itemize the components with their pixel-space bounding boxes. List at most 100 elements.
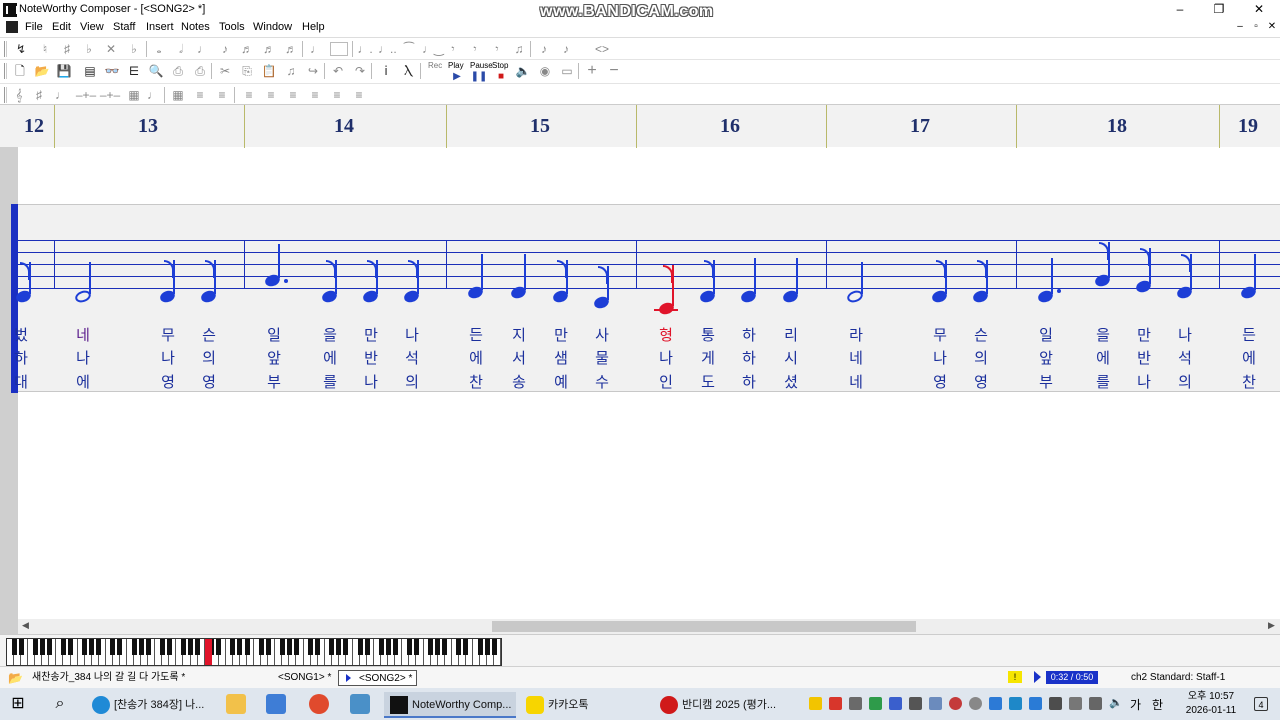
tie-icon[interactable]: ⁀ [400, 40, 418, 58]
print-icon[interactable]: ⎙ [191, 62, 209, 80]
redo-note-icon[interactable]: ↪ [304, 62, 322, 80]
eighth-note-icon[interactable]: ♪ [216, 40, 234, 58]
mdi-close-button[interactable]: ✕ [1264, 21, 1280, 34]
taskbar-noteworthy[interactable]: NoteWorthy Comp... [384, 692, 516, 718]
cut-icon[interactable]: ✂ [216, 62, 234, 80]
tray-app-icon[interactable] [1009, 697, 1022, 710]
tray-app-icon[interactable] [929, 697, 942, 710]
piano-black-key[interactable] [413, 639, 419, 655]
piano-black-key[interactable] [435, 639, 441, 655]
grace-note-icon[interactable]: ↯ [12, 40, 30, 58]
zoom-out-icon[interactable]: − [605, 62, 623, 80]
piano-black-key[interactable] [39, 639, 45, 655]
tray-v3-icon[interactable] [829, 697, 842, 710]
dynamic-icon[interactable]: ♩ [144, 86, 162, 104]
piano-black-key[interactable] [145, 639, 151, 655]
toolbar-grip[interactable] [4, 87, 7, 103]
piano-black-key[interactable] [329, 639, 335, 655]
tray-shield-icon[interactable] [849, 697, 862, 710]
piano-black-key[interactable] [491, 639, 497, 655]
flat-icon[interactable]: ♭ [80, 40, 98, 58]
piano-black-key[interactable] [131, 639, 137, 655]
justify-3-icon[interactable]: ≡ [284, 86, 302, 104]
accent-icon[interactable]: 𝄾 [466, 40, 484, 58]
scroll-right-arrow-icon[interactable]: ▶ [1268, 620, 1275, 631]
triplet-icon[interactable]: ♫ [510, 40, 528, 58]
piano-black-key[interactable] [32, 639, 38, 655]
thirtysecond-note-icon[interactable]: ♬ [260, 40, 278, 58]
justify-2-icon[interactable]: ≡ [262, 86, 280, 104]
tenuto-icon[interactable]: 𝄾 [488, 40, 506, 58]
piano-black-key[interactable] [428, 639, 434, 655]
piano-black-key[interactable] [463, 639, 469, 655]
keyboard-icon[interactable]: ▭ [558, 62, 576, 80]
save-icon[interactable]: 💾 [55, 62, 73, 80]
clef-icon[interactable]: 𝄞 [10, 86, 28, 104]
piano-black-key[interactable] [442, 639, 448, 655]
tab-song-384[interactable]: 새찬송가_384 나의 갈 길 다 가도록 * [28, 670, 189, 686]
instrument-icon[interactable]: ◉ [536, 62, 554, 80]
piano-black-key[interactable] [96, 639, 102, 655]
dotted-note-icon[interactable]: ♩. [356, 40, 374, 58]
piano-black-key[interactable] [406, 639, 412, 655]
menu-window[interactable]: Window [253, 21, 292, 33]
piano-black-key[interactable] [392, 639, 398, 655]
scroll-left-arrow-icon[interactable]: ◀ [22, 620, 29, 631]
paste-special-icon[interactable]: ♫ [282, 62, 300, 80]
menu-staff[interactable]: Staff [113, 21, 135, 33]
piano-black-key[interactable] [385, 639, 391, 655]
toolbar-grip[interactable] [4, 41, 7, 57]
piano-black-key[interactable] [477, 639, 483, 655]
piano-black-key[interactable] [308, 639, 314, 655]
close-button[interactable]: ✕ [1239, 0, 1279, 20]
crescendo-decrescendo-icon[interactable]: <> [582, 40, 622, 58]
taskbar-clock[interactable]: 오후 10:57 2026-01-11 [1178, 690, 1244, 718]
piano-black-key[interactable] [357, 639, 363, 655]
whole-note-icon[interactable]: 𝅝 [150, 40, 168, 58]
sixtyfourth-note-icon[interactable]: ♬ [282, 40, 300, 58]
horizontal-scrollbar[interactable]: ◀ ▶ [18, 619, 1280, 634]
tab-song1[interactable]: <SONG1> * [274, 670, 335, 686]
piano-black-key[interactable] [89, 639, 95, 655]
natural-icon[interactable]: ♮ [36, 40, 54, 58]
piano-black-key[interactable] [82, 639, 88, 655]
tray-app-icon[interactable] [1049, 697, 1062, 710]
justify-5-icon[interactable]: ≡ [328, 86, 346, 104]
tray-app-icon[interactable] [949, 697, 962, 710]
menu-file[interactable]: File [25, 21, 43, 33]
piano-black-key[interactable] [18, 639, 24, 655]
undo-icon[interactable]: ↶ [329, 62, 347, 80]
tray-app-icon[interactable] [909, 697, 922, 710]
measure-ruler[interactable]: 12 13 14 15 16 17 18 19 [0, 104, 1280, 148]
half-note-icon[interactable]: 𝅗𝅥 [172, 40, 190, 58]
piano-black-key[interactable] [456, 639, 462, 655]
mdi-restore-button[interactable]: ▫ [1248, 21, 1264, 34]
key-signature-icon[interactable]: ♯ [30, 86, 48, 104]
redo-icon[interactable]: ↷ [351, 62, 369, 80]
piano-keyboard[interactable] [6, 638, 502, 666]
menu-tools[interactable]: Tools [219, 21, 245, 33]
sharp-icon[interactable]: ♯ [58, 40, 76, 58]
taskbar-edge-browser[interactable]: [찬송가 384장] 나... [86, 692, 216, 718]
menu-help[interactable]: Help [302, 21, 325, 33]
notification-count[interactable]: 4 [1254, 697, 1268, 711]
rest-box-icon[interactable] [330, 42, 348, 56]
piano-black-key[interactable] [138, 639, 144, 655]
piano-black-key[interactable] [110, 639, 116, 655]
instrument-change-icon[interactable]: ▦ [122, 86, 146, 104]
tray-app-icon[interactable] [889, 697, 902, 710]
open-folder-icon[interactable]: 📂 [33, 62, 51, 80]
menu-notes[interactable]: Notes [181, 21, 210, 33]
piano-black-key[interactable] [378, 639, 384, 655]
tray-network-icon[interactable] [1089, 697, 1102, 710]
align-left-icon[interactable]: ≡ [191, 86, 209, 104]
piano-black-key[interactable] [484, 639, 490, 655]
info-icon[interactable]: ⅰ [377, 62, 395, 80]
justify-1-icon[interactable]: ≡ [240, 86, 258, 104]
piano-black-key[interactable] [68, 639, 74, 655]
piano-black-key[interactable] [237, 639, 243, 655]
piano-black-key[interactable] [46, 639, 52, 655]
align-center-icon[interactable]: ≡ [213, 86, 231, 104]
piano-black-key[interactable] [60, 639, 66, 655]
remote-desktop-icon[interactable] [350, 694, 370, 714]
